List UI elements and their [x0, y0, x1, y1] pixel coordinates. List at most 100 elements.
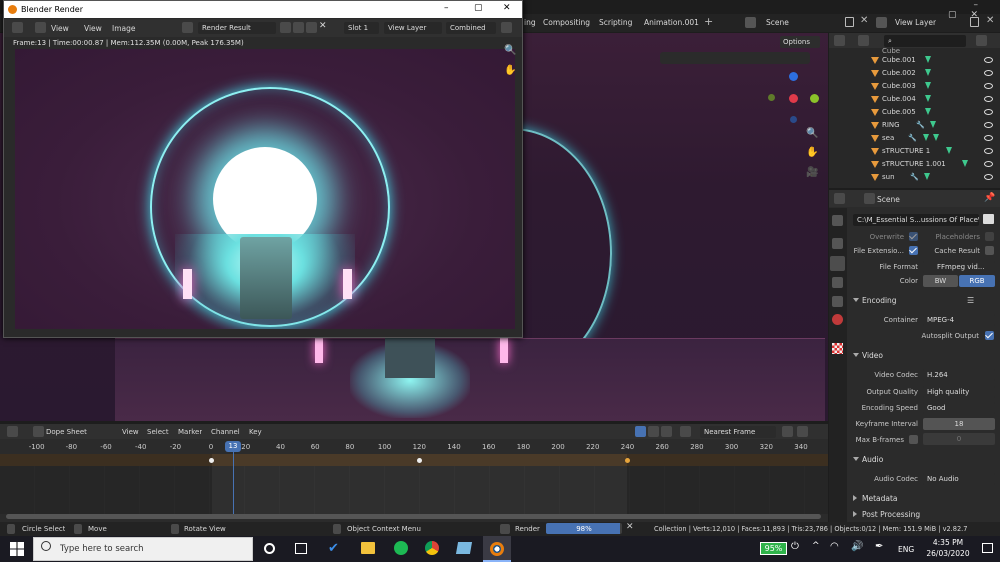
- pass-dropdown[interactable]: Combined: [446, 22, 496, 34]
- gizmo-z-neg[interactable]: [790, 116, 797, 123]
- gizmo-x[interactable]: [789, 94, 798, 103]
- render-pan-icon[interactable]: ✋: [504, 65, 516, 76]
- video-codec-dropdown[interactable]: H.264: [923, 369, 995, 381]
- dopesheet-menu-key[interactable]: Key: [249, 428, 262, 436]
- outliner-item[interactable]: Cube.003: [832, 80, 998, 93]
- eye-icon[interactable]: [984, 122, 993, 128]
- outliner-item[interactable]: Cube.004: [832, 93, 998, 106]
- view-layer-tab-icon[interactable]: [832, 277, 843, 288]
- chevron-up-icon[interactable]: ^: [812, 541, 820, 551]
- spotify-icon[interactable]: [394, 541, 408, 555]
- clock-time[interactable]: 4:35 PM: [929, 538, 967, 547]
- dopesheet-editor-icon[interactable]: [7, 426, 18, 437]
- color-bw-button[interactable]: BW: [923, 275, 958, 287]
- close-scene-icon[interactable]: ✕: [860, 15, 868, 26]
- eye-icon[interactable]: [984, 96, 993, 102]
- gizmo-z[interactable]: [789, 72, 798, 81]
- encoding-section[interactable]: Encoding: [848, 293, 998, 308]
- view-layer-selector[interactable]: View Layer: [895, 18, 936, 27]
- post-processing-section[interactable]: Post Processing: [848, 507, 998, 522]
- scene-tab-icon[interactable]: [832, 296, 843, 307]
- proportional-edit-icon[interactable]: [782, 426, 793, 437]
- placeholders-checkbox[interactable]: [985, 232, 994, 241]
- metadata-section[interactable]: Metadata: [848, 491, 998, 506]
- zoom-icon[interactable]: 🔍: [806, 128, 818, 139]
- eye-icon[interactable]: [984, 83, 993, 89]
- render-menu-image[interactable]: Image: [112, 24, 136, 33]
- output-quality-dropdown[interactable]: High quality: [923, 386, 995, 398]
- autosplit-checkbox[interactable]: [985, 331, 994, 340]
- keyframe[interactable]: [208, 458, 214, 463]
- render-maximize-button[interactable]: ▢: [474, 3, 483, 13]
- render-tab-icon[interactable]: [832, 238, 843, 249]
- notes-app-icon[interactable]: [455, 542, 473, 554]
- only-selected-icon[interactable]: [635, 426, 646, 437]
- wifi-icon[interactable]: ◠: [830, 541, 839, 552]
- tab-compositing[interactable]: Compositing: [543, 18, 590, 27]
- encoding-speed-dropdown[interactable]: Good: [923, 402, 995, 414]
- todo-app-icon[interactable]: ✔: [328, 541, 339, 556]
- new-image-icon[interactable]: [293, 22, 304, 33]
- folder-icon[interactable]: [983, 214, 994, 224]
- outliner-item[interactable]: RING 🔧: [832, 119, 998, 132]
- curve-icon[interactable]: [797, 426, 808, 437]
- eye-icon[interactable]: [984, 109, 993, 115]
- output-tab-icon[interactable]: [830, 256, 845, 271]
- render-close-button[interactable]: ✕: [503, 3, 511, 13]
- outliner-item[interactable]: sun 🔧: [832, 171, 998, 184]
- eye-icon[interactable]: [984, 161, 993, 167]
- dopesheet-menu-channel[interactable]: Channel: [211, 428, 240, 436]
- output-path-field[interactable]: C:\M_Essential S...ussions Of Place\: [853, 214, 979, 226]
- color-rgb-button[interactable]: RGB: [959, 275, 995, 287]
- dopesheet-menu-marker[interactable]: Marker: [178, 428, 202, 436]
- windows-start-icon[interactable]: [10, 542, 24, 556]
- tab-ing[interactable]: ing: [524, 18, 536, 27]
- file-explorer-icon[interactable]: [361, 542, 375, 554]
- dopesheet-menu-view[interactable]: View: [122, 428, 139, 436]
- render-menu-view[interactable]: View: [51, 24, 69, 33]
- task-view-icon[interactable]: [295, 543, 307, 554]
- overwrite-checkbox[interactable]: [909, 232, 918, 241]
- audio-codec-dropdown[interactable]: No Audio: [923, 473, 995, 485]
- add-workspace-button[interactable]: +: [704, 15, 713, 28]
- render-menu-view2[interactable]: View: [84, 24, 102, 33]
- display-channels-icon[interactable]: [501, 22, 512, 33]
- tab-animation[interactable]: Animation.001: [644, 18, 699, 27]
- pen-icon[interactable]: ✒: [875, 541, 883, 552]
- render-cancel-button[interactable]: ✕: [626, 522, 634, 532]
- outliner-item[interactable]: Cube.002: [832, 67, 998, 80]
- outliner-item[interactable]: sTRUCTURE 1: [832, 145, 998, 158]
- cortana-icon[interactable]: [264, 543, 275, 554]
- pan-hand-icon[interactable]: ✋: [806, 147, 818, 158]
- notifications-icon[interactable]: [982, 543, 993, 553]
- eye-icon[interactable]: [984, 135, 993, 141]
- tab-scripting[interactable]: Scripting: [599, 18, 632, 27]
- texture-tab-icon[interactable]: [832, 343, 843, 354]
- image-name-field[interactable]: Render Result: [198, 22, 276, 34]
- clock-date[interactable]: 26/03/2020: [925, 549, 971, 558]
- render-minimize-button[interactable]: –: [444, 3, 449, 13]
- language-indicator[interactable]: ENG: [898, 545, 914, 554]
- outliner-item[interactable]: Cube.001: [832, 54, 998, 67]
- camera-icon[interactable]: 🎥: [806, 167, 818, 178]
- filter-icon[interactable]: [680, 426, 691, 437]
- video-section[interactable]: Video: [848, 348, 998, 363]
- pin-icon[interactable]: 📌: [984, 193, 995, 203]
- volume-icon[interactable]: 🔊: [851, 541, 863, 552]
- open-image-icon[interactable]: [306, 22, 317, 33]
- eye-icon[interactable]: [984, 57, 993, 63]
- slot-dropdown[interactable]: Slot 1: [344, 22, 379, 34]
- scene-selector[interactable]: Scene: [766, 18, 789, 27]
- unlink-image-icon[interactable]: ✕: [319, 21, 327, 31]
- gizmo-y-neg[interactable]: [768, 94, 775, 101]
- outliner-item[interactable]: sea 🔧: [832, 132, 998, 145]
- audio-section[interactable]: Audio: [848, 452, 998, 467]
- fake-user-icon[interactable]: [280, 22, 291, 33]
- eye-icon[interactable]: [984, 70, 993, 76]
- gizmo-y[interactable]: [810, 94, 819, 103]
- only-errors-icon[interactable]: [661, 426, 672, 437]
- viewport-options-button[interactable]: Options: [780, 36, 820, 48]
- properties-editor-icon[interactable]: [834, 193, 845, 204]
- main-window-controls[interactable]: –▢✕: [930, 0, 1000, 20]
- copy-scene-icon[interactable]: [845, 17, 854, 27]
